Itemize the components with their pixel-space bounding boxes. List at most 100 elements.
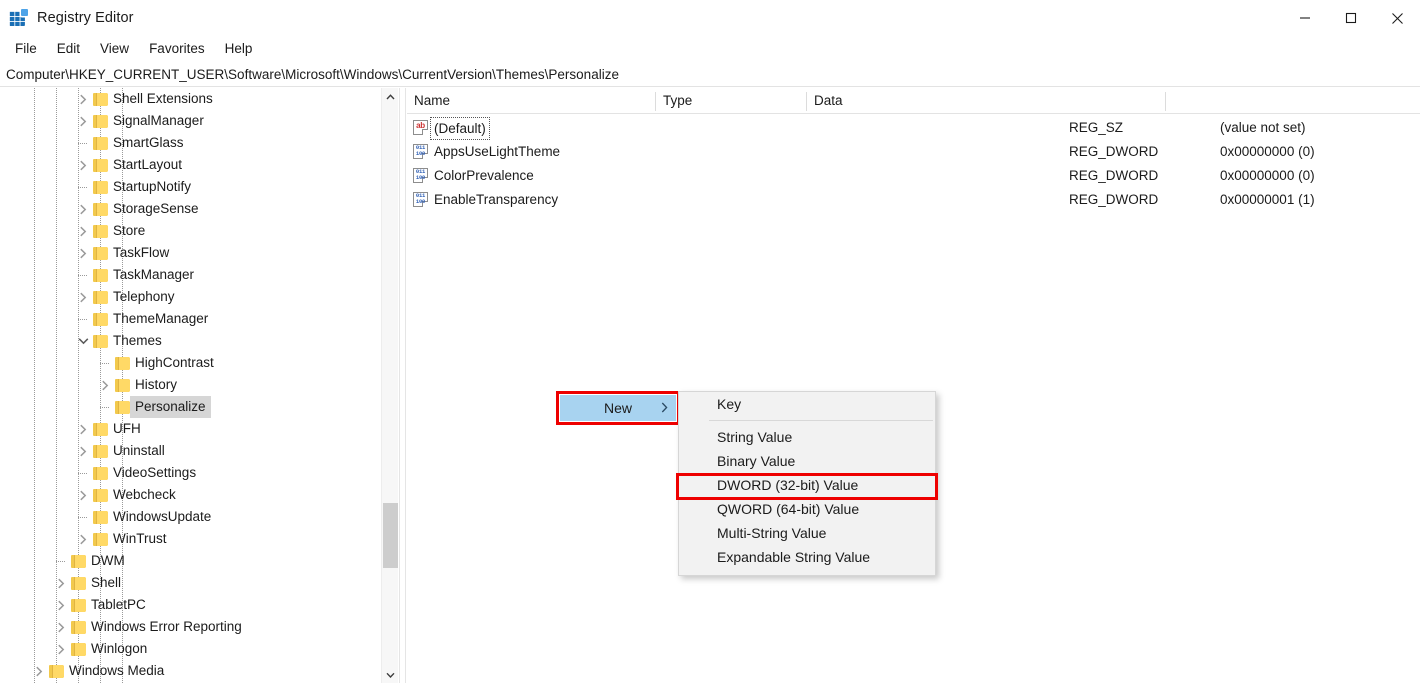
tree-item-history[interactable]: History: [0, 374, 380, 396]
main-area: Shell Extensions SignalManager SmartGlass S…: [0, 88, 1420, 683]
registry-tree-pane[interactable]: Shell Extensions SignalManager SmartGlass S…: [0, 88, 398, 683]
column-header-name[interactable]: Name: [407, 88, 450, 114]
tree-item-label: DWM: [91, 553, 125, 568]
registry-value-row[interactable]: 011 100 EnableTransparency REG_DWORD 0x00000…: [407, 188, 1420, 212]
pane-splitter[interactable]: [399, 88, 406, 683]
tree-item-startlayout[interactable]: StartLayout: [0, 154, 380, 176]
close-icon[interactable]: [1374, 0, 1420, 36]
scroll-up-icon[interactable]: [382, 88, 398, 105]
value-data: 0x00000000 (0): [1220, 168, 1315, 183]
tree-elbow: [78, 275, 88, 276]
folder-icon: [71, 598, 86, 612]
menu-item-file[interactable]: File: [5, 38, 47, 60]
folder-icon: [93, 422, 108, 436]
tree-item-windows-media[interactable]: Windows Media: [0, 660, 380, 682]
tree-item-storagesense[interactable]: StorageSense: [0, 198, 380, 220]
menu-item-favorites[interactable]: Favorites: [139, 38, 215, 60]
chevron-right-icon[interactable]: [53, 594, 69, 616]
chevron-right-icon[interactable]: [75, 220, 91, 242]
submenu-item-qword-64-bit-value[interactable]: QWORD (64-bit) Value: [679, 497, 935, 521]
tree-item-store[interactable]: Store: [0, 220, 380, 242]
tree-scrollbar[interactable]: [381, 88, 398, 683]
tree-item-windowsupdate[interactable]: WindowsUpdate: [0, 506, 380, 528]
folder-icon: [93, 290, 108, 304]
scroll-down-icon[interactable]: [382, 666, 398, 683]
chevron-right-icon[interactable]: [75, 242, 91, 264]
chevron-right-icon[interactable]: [31, 660, 47, 682]
chevron-right-icon[interactable]: [75, 286, 91, 308]
minimize-icon[interactable]: [1282, 0, 1328, 36]
string-value-icon: ab: [413, 120, 429, 136]
tree-item-taskmanager[interactable]: TaskManager: [0, 264, 380, 286]
new-submenu[interactable]: Key String Value Binary Value DWORD (32-bit…: [678, 391, 936, 576]
chevron-right-icon[interactable]: [75, 88, 91, 110]
tree-item-label: StartupNotify: [113, 179, 192, 194]
tree-item-smartglass[interactable]: SmartGlass: [0, 132, 380, 154]
tree-item-shell-extensions[interactable]: Shell Extensions: [0, 88, 380, 110]
tree-item-label: Winlogon: [91, 641, 148, 656]
tree-item-winlogon[interactable]: Winlogon: [0, 638, 380, 660]
tree-item-label: Store: [113, 223, 146, 238]
chevron-right-icon[interactable]: [53, 638, 69, 660]
tree-item-highcontrast[interactable]: HighContrast: [0, 352, 380, 374]
tree-item-signalmanager[interactable]: SignalManager: [0, 110, 380, 132]
menu-item-edit[interactable]: Edit: [47, 38, 90, 60]
tree-item-label: SmartGlass: [113, 135, 184, 150]
tree-item-tabletpc[interactable]: TabletPC: [0, 594, 380, 616]
tree-item-personalize[interactable]: Personalize: [0, 396, 380, 418]
chevron-right-icon[interactable]: [97, 374, 113, 396]
chevron-right-icon[interactable]: [75, 154, 91, 176]
tree-item-taskflow[interactable]: TaskFlow: [0, 242, 380, 264]
folder-icon: [93, 268, 108, 282]
column-header-data[interactable]: Data: [807, 88, 843, 114]
value-name: AppsUseLightTheme: [434, 144, 561, 159]
tree-item-label: StorageSense: [113, 201, 199, 216]
registry-value-row[interactable]: 011 100 ColorPrevalence REG_DWORD 0x00000000…: [407, 164, 1420, 188]
menu-item-help[interactable]: Help: [215, 38, 263, 60]
submenu-item-dword-32-bit-value[interactable]: DWORD (32-bit) Value: [679, 473, 935, 497]
tree-item-label: ThemeManager: [113, 311, 209, 326]
tree-item-telephony[interactable]: Telephony: [0, 286, 380, 308]
tree-item-label: Shell Extensions: [113, 91, 213, 106]
chevron-down-icon[interactable]: [75, 330, 91, 352]
chevron-right-icon[interactable]: [75, 484, 91, 506]
tree-item-startupnotify[interactable]: StartupNotify: [0, 176, 380, 198]
chevron-right-icon[interactable]: [75, 440, 91, 462]
tree-item-shell[interactable]: Shell: [0, 572, 380, 594]
tree-elbow: [78, 517, 88, 518]
address-bar[interactable]: Computer\HKEY_CURRENT_USER\Software\Micr…: [0, 62, 1420, 87]
tree-item-thememanager[interactable]: ThemeManager: [0, 308, 380, 330]
column-divider-3[interactable]: [1165, 92, 1166, 111]
registry-values-pane[interactable]: Name Type Data ab (Default) REG_SZ (value n…: [407, 88, 1420, 683]
tree-item-ufh[interactable]: UFH: [0, 418, 380, 440]
chevron-right-icon[interactable]: [53, 616, 69, 638]
value-type: REG_DWORD: [1069, 168, 1159, 183]
column-header-type[interactable]: Type: [656, 88, 692, 114]
chevron-right-icon[interactable]: [75, 110, 91, 132]
chevron-right-icon[interactable]: [75, 418, 91, 440]
registry-value-row[interactable]: 011 100 AppsUseLightTheme REG_DWORD 0x000000…: [407, 140, 1420, 164]
chevron-right-icon[interactable]: [53, 572, 69, 594]
maximize-icon[interactable]: [1328, 0, 1374, 36]
chevron-right-icon[interactable]: [75, 528, 91, 550]
tree-item-webcheck[interactable]: Webcheck: [0, 484, 380, 506]
tree-item-uninstall[interactable]: Uninstall: [0, 440, 380, 462]
submenu-item-key[interactable]: Key: [679, 392, 935, 416]
tree-scrollbar-thumb[interactable]: [383, 503, 398, 568]
tree-item-wintrust[interactable]: WinTrust: [0, 528, 380, 550]
registry-value-row[interactable]: ab (Default) REG_SZ (value not set): [407, 116, 1420, 140]
menu-item-view[interactable]: View: [90, 38, 139, 60]
submenu-item-string-value[interactable]: String Value: [679, 425, 935, 449]
submenu-item-binary-value[interactable]: Binary Value: [679, 449, 935, 473]
tree-item-label: TaskManager: [113, 267, 195, 282]
submenu-item-multi-string-value[interactable]: Multi-String Value: [679, 521, 935, 545]
chevron-right-icon[interactable]: [75, 198, 91, 220]
tree-item-windows-error-reporting[interactable]: Windows Error Reporting: [0, 616, 380, 638]
submenu-item-expandable-string-value[interactable]: Expandable String Value: [679, 545, 935, 569]
tree-item-dwm[interactable]: DWM: [0, 550, 380, 572]
folder-icon: [93, 488, 108, 502]
folder-icon: [93, 136, 108, 150]
tree-item-themes[interactable]: Themes: [0, 330, 380, 352]
tree-item-videosettings[interactable]: VideoSettings: [0, 462, 380, 484]
context-menu-item-new[interactable]: New: [560, 395, 676, 421]
